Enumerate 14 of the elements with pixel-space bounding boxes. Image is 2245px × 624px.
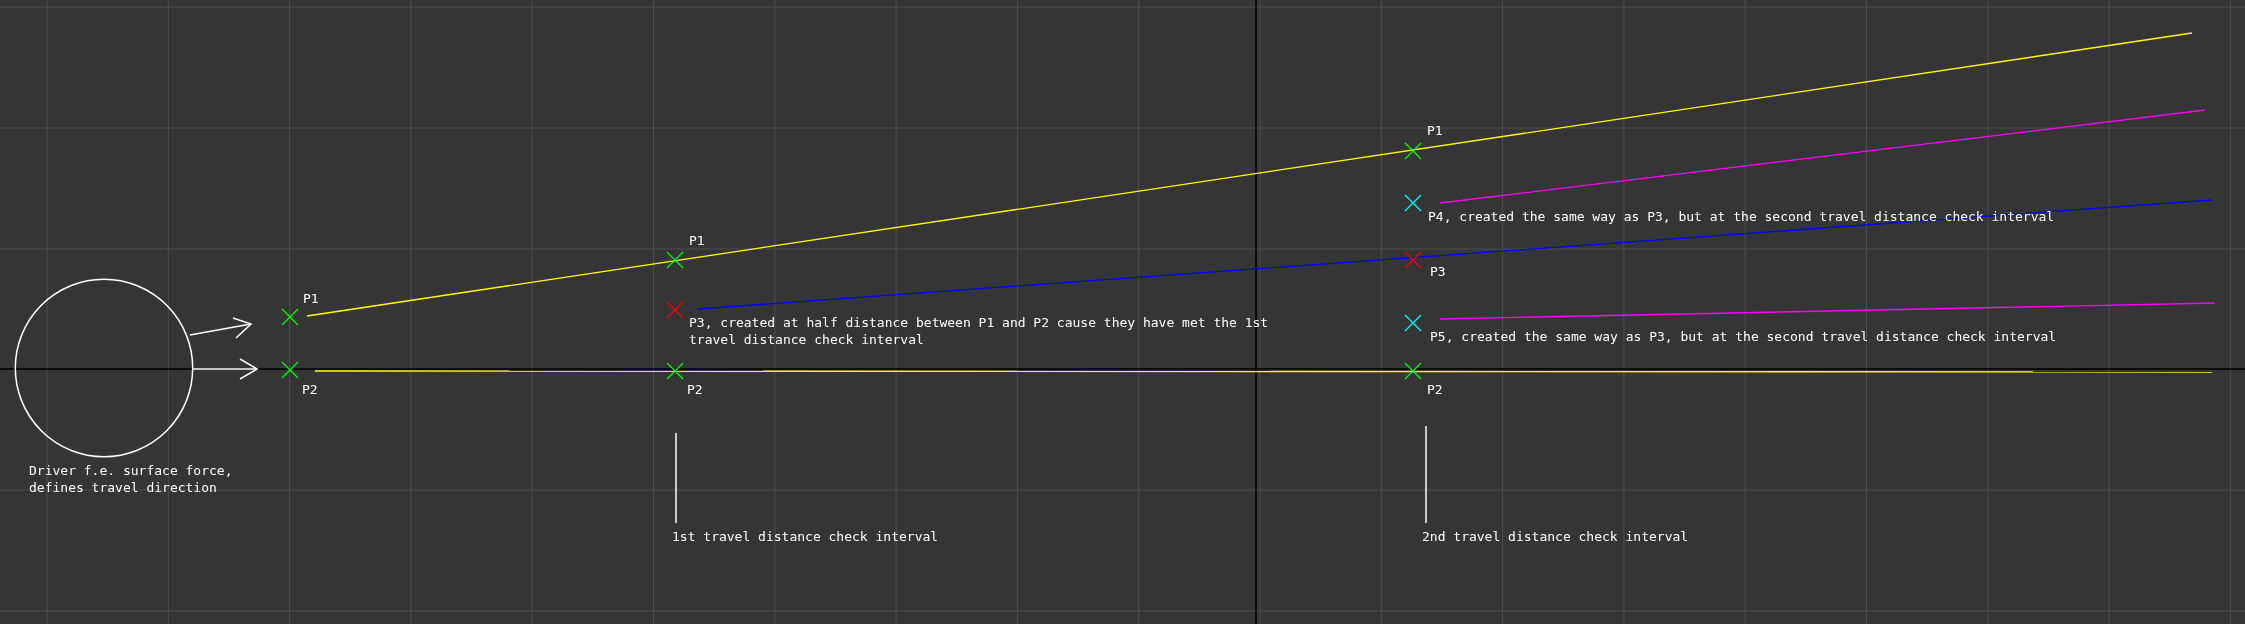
point-label: P1 <box>1427 123 1443 138</box>
point-label: P1 <box>303 291 319 306</box>
annotation-text: 2nd travel distance check interval <box>1422 529 1689 544</box>
annotation-text: P3, created at half distance between P1 and P2 cause they have met the 1st travel distance check interval <box>689 315 1269 347</box>
point-label: P1 <box>689 233 705 248</box>
annotation-text: 1st travel distance check interval <box>672 529 939 544</box>
point-label: P2 <box>687 382 703 397</box>
point-label: P2 <box>1427 382 1443 397</box>
point-label: P2 <box>302 382 318 397</box>
point-label: P3 <box>1430 264 1446 279</box>
annotation-text: Driver f.e. surface force, defines travel direction <box>29 463 233 495</box>
annotation-text: P5, created the same way as P3, but at the second travel distance check interval <box>1430 329 2057 344</box>
arrow <box>192 358 259 380</box>
arrow <box>189 317 253 339</box>
